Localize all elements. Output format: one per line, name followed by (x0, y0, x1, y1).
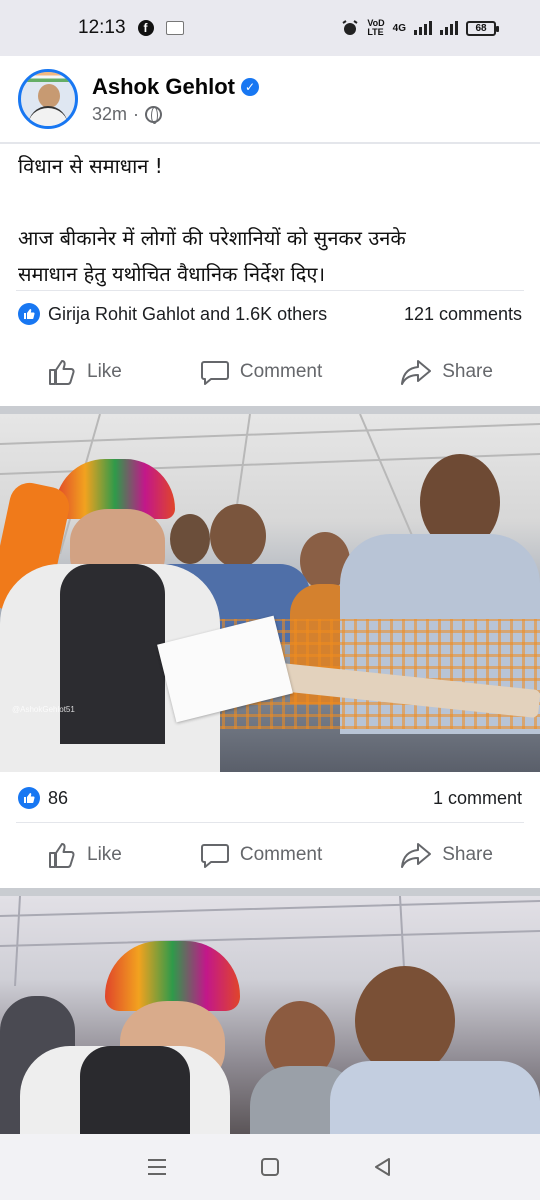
share-label: Share (442, 844, 493, 865)
photo-watermark: @AshokGehlot51 (12, 705, 75, 714)
back-triangle-icon (375, 1158, 391, 1176)
like-label: Like (87, 361, 122, 382)
share-button[interactable]: Share (400, 357, 493, 387)
divider (16, 822, 524, 823)
share-arrow-icon (401, 360, 432, 385)
photo-comments-count[interactable]: 1 comment (433, 788, 522, 809)
comments-count[interactable]: 121 comments (404, 304, 522, 325)
post-photo[interactable] (0, 896, 540, 1134)
comment-label: Comment (239, 361, 323, 382)
thumbs-up-icon (49, 843, 75, 868)
post-time[interactable]: 32m (92, 104, 127, 125)
reactions-summary[interactable]: Girija Rohit Gahlot and 1.6K others 121 … (18, 302, 522, 326)
recent-apps-button[interactable] (143, 1153, 171, 1181)
header-divider (0, 142, 540, 144)
app-notification-icon (165, 21, 184, 35)
post-separator (0, 888, 540, 896)
public-globe-icon (145, 105, 163, 124)
reactions-text[interactable]: Girija Rohit Gahlot and 1.6K others (48, 304, 327, 325)
comment-button[interactable]: Comment (200, 357, 322, 387)
like-reaction-icon (18, 787, 40, 809)
avatar[interactable] (18, 69, 78, 129)
photo-reactions-count[interactable]: 86 (48, 788, 68, 809)
like-reaction-icon (18, 303, 40, 325)
meta-separator: · (133, 103, 140, 124)
like-button[interactable]: Like (47, 357, 122, 387)
menu-lines-icon (147, 1159, 166, 1175)
alarm-icon (342, 20, 358, 35)
battery-level: 68 (475, 22, 487, 34)
post-action-bar: Like Comment Share (0, 342, 540, 402)
share-label: Share (442, 361, 493, 382)
photo-reactions-summary[interactable]: 86 1 comment (18, 786, 522, 810)
tent-canopy (0, 896, 540, 986)
post-text: विधान से समाधान ! आज बीकानेर में लोगों क… (18, 148, 523, 292)
thumbs-up-icon (49, 360, 75, 385)
like-label: Like (87, 844, 122, 865)
share-arrow-icon (401, 843, 432, 868)
verified-badge-icon: ✓ (241, 77, 260, 96)
share-button[interactable]: Share (400, 840, 493, 870)
network-type-label: 4G (392, 22, 406, 34)
author-name[interactable]: Ashok Gehlot (92, 74, 235, 100)
home-button[interactable] (256, 1153, 284, 1181)
status-time: 12:13 (78, 17, 126, 38)
like-button[interactable]: Like (47, 840, 122, 870)
system-nav-bar (0, 1134, 540, 1200)
post-separator (0, 406, 540, 414)
post-photo[interactable]: @AshokGehlot51 (0, 414, 540, 772)
battery-icon: 68 (466, 20, 499, 36)
comment-bubble-icon (200, 844, 229, 868)
post-text-line: आज बीकानेर में लोगों की परेशानियों को सु… (18, 226, 406, 250)
post-text-line: समाधान हेतु यथोचित वैधानिक निर्देश दिए। (18, 262, 326, 286)
photo-action-bar: Like Comment Share (0, 825, 540, 885)
comment-button[interactable]: Comment (200, 840, 322, 870)
back-button[interactable] (369, 1153, 397, 1181)
comment-bubble-icon (200, 361, 229, 385)
signal-icon-1 (414, 21, 432, 35)
post-header: Ashok Gehlot ✓ 32m · (0, 56, 540, 142)
comment-label: Comment (239, 844, 323, 865)
signal-icon-2 (440, 21, 458, 35)
home-square-icon (260, 1158, 279, 1176)
facebook-notification-icon: f (137, 20, 154, 36)
status-bar: 12:13 f VoD LTE 4G 68 (0, 0, 540, 56)
divider (16, 290, 524, 291)
post-text-line: विधान से समाधान ! (18, 154, 163, 178)
volte-label: VoD LTE (367, 18, 385, 37)
